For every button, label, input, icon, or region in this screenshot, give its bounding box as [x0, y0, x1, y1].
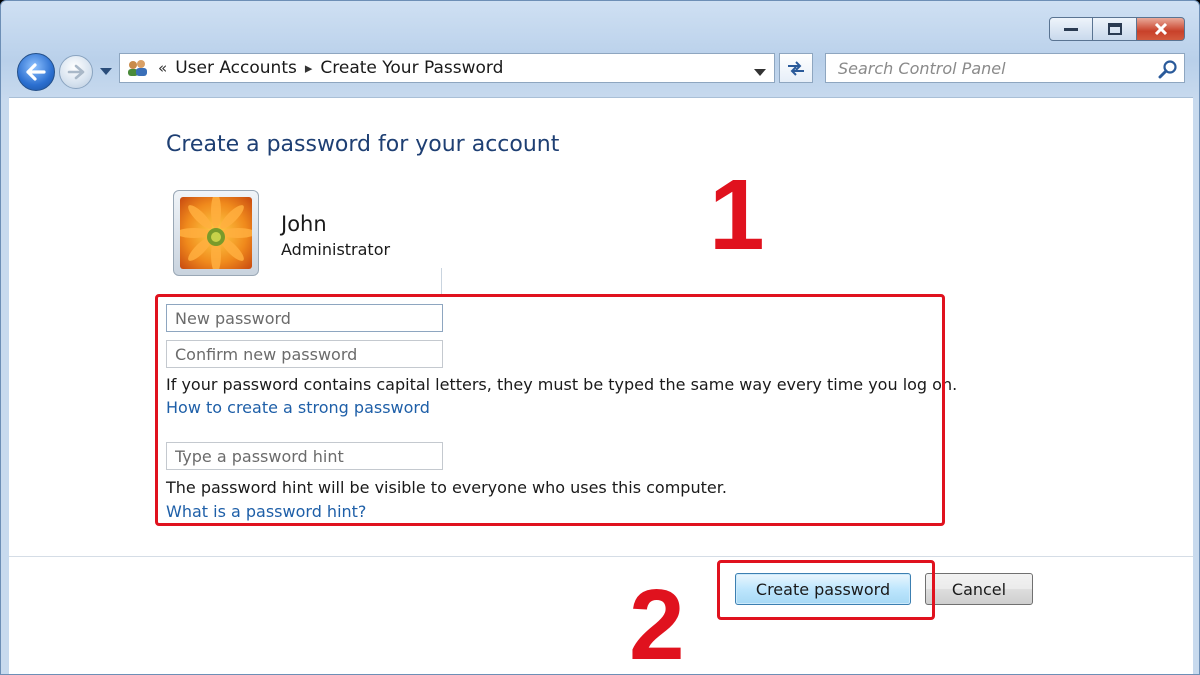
title-bar-buttons [1049, 17, 1185, 41]
control-panel-window: « User Accounts ▸ Create Your Password C… [0, 0, 1200, 675]
user-role: Administrator [281, 240, 391, 259]
recent-pages-button[interactable] [99, 65, 113, 79]
flower-picture [180, 197, 252, 269]
breadcrumb-overflow[interactable]: « [158, 59, 167, 77]
avatar [173, 190, 259, 276]
maximize-button[interactable] [1093, 17, 1137, 41]
page-title: Create a password for your account [166, 132, 560, 157]
refresh-button[interactable] [779, 53, 813, 83]
navigation-bar: « User Accounts ▸ Create Your Password [1, 47, 1199, 93]
address-dropdown-button[interactable] [754, 62, 766, 82]
search-icon[interactable] [1158, 59, 1178, 83]
maximize-icon [1107, 23, 1122, 35]
breadcrumb-create-password[interactable]: Create Your Password [320, 58, 503, 78]
main-content: Create a password for your account John … [9, 97, 1193, 675]
chevron-down-icon [100, 68, 112, 75]
footer-divider [9, 556, 1193, 557]
back-button[interactable] [17, 53, 55, 91]
breadcrumb-separator[interactable]: ▸ [305, 59, 313, 77]
user-name: John [281, 212, 327, 236]
forward-arrow-icon [67, 64, 85, 80]
step-marker-1: 1 [709, 159, 765, 271]
user-accounts-icon [124, 57, 150, 79]
close-icon [1154, 23, 1167, 35]
cancel-button[interactable]: Cancel [925, 573, 1033, 605]
step-marker-2: 2 [629, 569, 685, 675]
refresh-icon [788, 61, 804, 76]
address-bar[interactable]: « User Accounts ▸ Create Your Password [119, 53, 775, 83]
chevron-down-icon [754, 69, 766, 76]
search-input[interactable] [836, 57, 1150, 79]
minimize-icon [1064, 28, 1078, 31]
back-arrow-icon [26, 63, 46, 81]
form-highlight-box [155, 294, 945, 526]
button-highlight-box [717, 560, 935, 620]
forward-button[interactable] [59, 55, 93, 89]
divider-line [441, 268, 442, 296]
breadcrumb-user-accounts[interactable]: User Accounts [175, 58, 297, 78]
search-box [825, 53, 1185, 83]
minimize-button[interactable] [1049, 17, 1093, 41]
close-button[interactable] [1137, 17, 1185, 41]
